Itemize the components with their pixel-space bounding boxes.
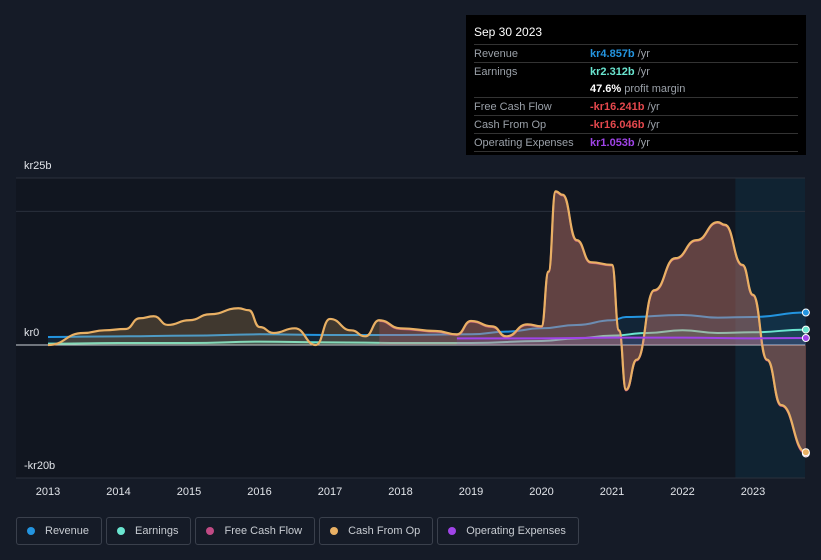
tooltip-row: Earnings kr2.312b/yr xyxy=(474,63,798,80)
legend-item-free-cash-flow[interactable]: Free Cash Flow xyxy=(195,517,316,545)
end-point-operating-expenses xyxy=(801,333,810,342)
x-tick-label: 2023 xyxy=(741,486,765,498)
legend-dot-icon xyxy=(448,527,457,535)
x-tick-label: 2014 xyxy=(106,486,130,498)
x-tick-label: 2022 xyxy=(670,486,694,498)
tooltip-value: kr1.053b xyxy=(590,136,635,149)
tooltip-row: Operating Expenses kr1.053b/yr xyxy=(474,134,798,152)
tooltip-value: -kr16.046b xyxy=(590,118,645,131)
tooltip-label: Free Cash Flow xyxy=(474,100,552,113)
tooltip-row: 47.6% profit margin xyxy=(474,80,798,98)
legend-dot-icon xyxy=(27,527,35,535)
x-tick-label: 2017 xyxy=(318,486,342,498)
x-tick-label: 2013 xyxy=(36,486,60,498)
legend-label: Operating Expenses xyxy=(466,525,566,537)
tooltip-unit: profit margin xyxy=(624,82,686,95)
tooltip-label: Cash From Op xyxy=(474,118,547,131)
tooltip-value: kr4.857b xyxy=(590,47,635,60)
tooltip-row: Free Cash Flow -kr16.241b/yr xyxy=(474,98,798,116)
end-point-earnings xyxy=(801,325,810,334)
legend-dot-icon xyxy=(117,527,126,535)
legend-item-cash-from-op[interactable]: Cash From Op xyxy=(319,517,434,545)
tooltip-date: Sep 30 2023 xyxy=(474,23,798,45)
x-tick-label: 2016 xyxy=(247,486,271,498)
line-operating-expenses xyxy=(456,336,806,340)
tooltip-label: Operating Expenses xyxy=(474,136,574,149)
y-tick-label: kr0 xyxy=(24,327,40,339)
tooltip: Sep 30 2023 Revenue kr4.857b/yr Earnings kr… xyxy=(466,15,806,155)
tooltip-label: Revenue xyxy=(474,47,519,60)
y-tick-label: kr25b xyxy=(24,160,52,172)
tooltip-unit: /yr xyxy=(637,65,650,78)
end-point-revenue xyxy=(801,308,810,317)
legend-dot-icon xyxy=(330,527,339,535)
x-tick-label: 2019 xyxy=(459,486,483,498)
legend-dot-icon xyxy=(206,527,215,535)
legend-item-operating-expenses[interactable]: Operating Expenses xyxy=(437,517,579,545)
legend-label: Earnings xyxy=(135,525,179,537)
tooltip-value: -kr16.241b xyxy=(590,100,645,113)
tooltip-row: Revenue kr4.857b/yr xyxy=(474,45,798,63)
tooltip-value: kr2.312b xyxy=(590,65,635,78)
x-tick-label: 2018 xyxy=(388,486,412,498)
legend-label: Cash From Op xyxy=(348,525,421,537)
tooltip-row: Cash From Op -kr16.046b/yr xyxy=(474,116,798,134)
tooltip-unit: /yr xyxy=(637,136,650,149)
x-tick-label: 2020 xyxy=(529,486,553,498)
legend-label: Revenue xyxy=(45,525,90,537)
tooltip-label: Earnings xyxy=(474,65,518,78)
legend: Revenue Earnings Free Cash Flow Cash From O… xyxy=(16,517,579,545)
tooltip-value: 47.6% xyxy=(590,82,622,95)
x-tick-label: 2015 xyxy=(177,486,201,498)
legend-item-revenue[interactable]: Revenue xyxy=(16,517,103,545)
legend-label: Free Cash Flow xyxy=(224,525,303,537)
x-tick-label: 2021 xyxy=(600,486,624,498)
y-tick-label: -kr20b xyxy=(24,460,56,472)
end-point-cash-from-op xyxy=(801,448,810,457)
tooltip-unit: /yr xyxy=(647,118,660,131)
legend-item-earnings[interactable]: Earnings xyxy=(106,517,192,545)
tooltip-unit: /yr xyxy=(637,47,650,60)
tooltip-unit: /yr xyxy=(647,100,660,113)
